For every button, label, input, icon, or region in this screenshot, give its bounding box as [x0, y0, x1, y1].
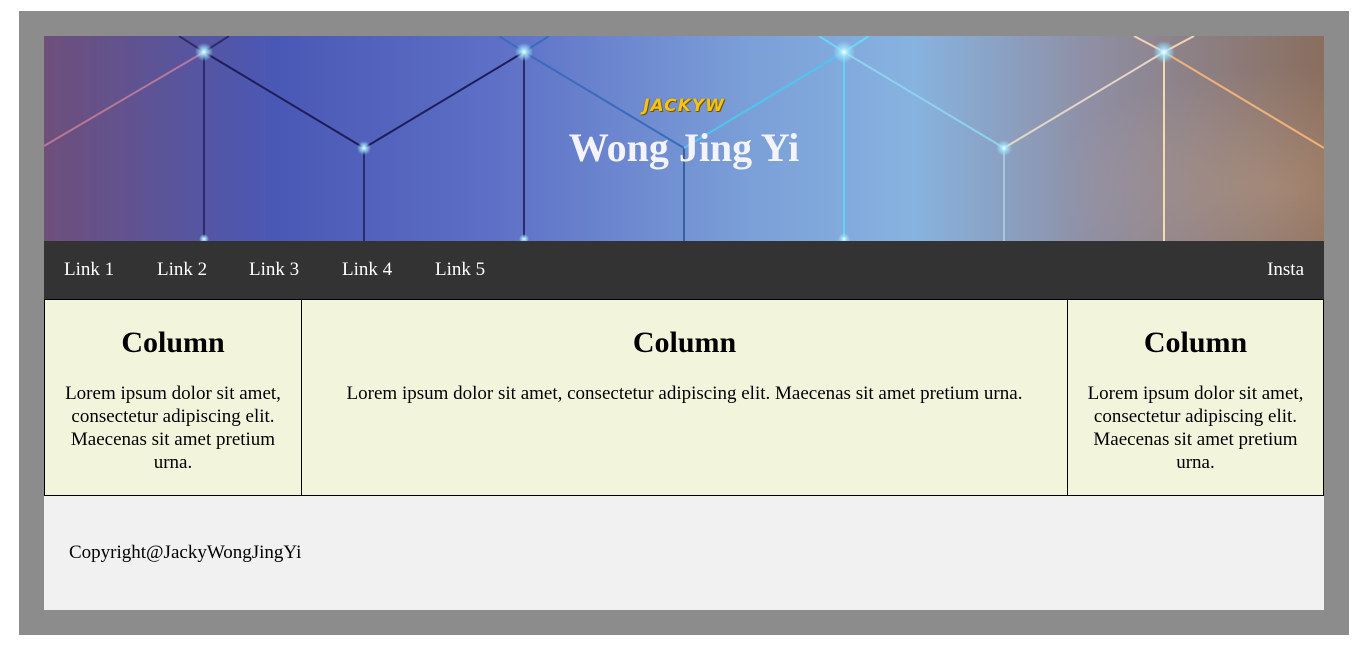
- nav-link-2[interactable]: Link 2: [157, 241, 207, 299]
- logo-text: JACKYW: [643, 96, 725, 116]
- middle-column: Column Lorem ipsum dolor sit amet, conse…: [301, 299, 1068, 496]
- nav-link-5[interactable]: Link 5: [435, 241, 485, 299]
- site-title: Wong Jing Yi: [568, 125, 800, 170]
- copyright-text: Copyright@JackyWongJingYi: [69, 542, 302, 563]
- nav-link-1[interactable]: Link 1: [64, 241, 114, 299]
- right-column: Column Lorem ipsum dolor sit amet, conse…: [1067, 299, 1324, 496]
- footer: Copyright@JackyWongJingYi: [44, 496, 1324, 610]
- left-column-text: Lorem ipsum dolor sit amet, consectetur …: [65, 383, 281, 473]
- nav-link-insta[interactable]: Insta: [1267, 241, 1304, 299]
- header-banner: JACKYW Wong Jing Yi: [44, 36, 1324, 241]
- nav-link-3[interactable]: Link 3: [249, 241, 299, 299]
- left-column-heading: Column: [121, 326, 225, 359]
- left-column: Column Lorem ipsum dolor sit amet, conse…: [44, 299, 302, 496]
- right-column-heading: Column: [1143, 326, 1248, 359]
- middle-column-heading: Column: [632, 326, 737, 359]
- nav-link-4[interactable]: Link 4: [342, 241, 392, 299]
- middle-column-text: Lorem ipsum dolor sit amet, consectetur …: [346, 383, 1023, 404]
- top-navigation-bar: Link 1 Link 2 Link 3 Link 4 Link 5 Insta: [44, 241, 1324, 299]
- right-column-text: Lorem ipsum dolor sit amet, consectetur …: [1087, 383, 1304, 473]
